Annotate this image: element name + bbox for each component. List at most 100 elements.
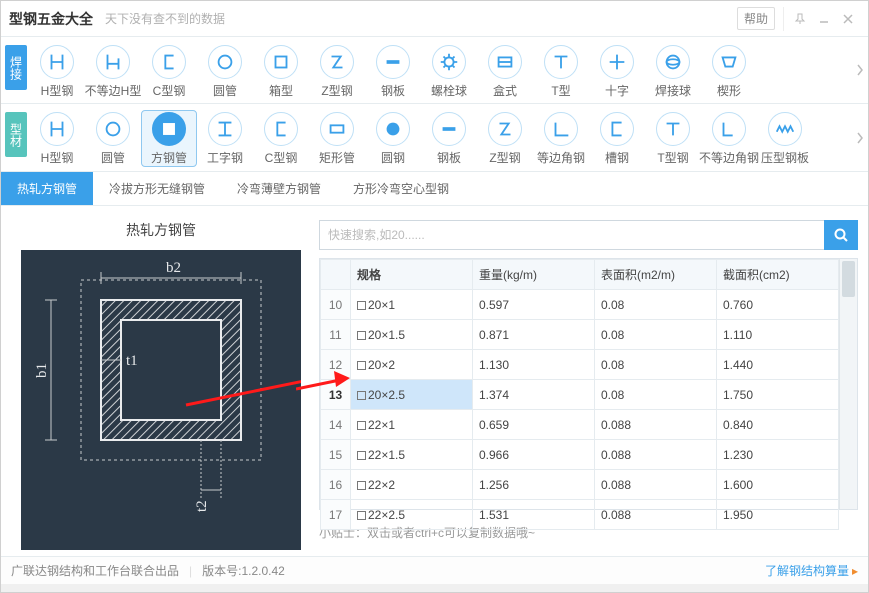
close-button[interactable] bbox=[836, 7, 860, 31]
minimize-button[interactable] bbox=[812, 7, 836, 31]
tool-H型钢[interactable]: H型钢 bbox=[29, 43, 85, 99]
tool-icon bbox=[320, 112, 354, 146]
col-2[interactable]: 表面积(m2/m) bbox=[595, 260, 717, 290]
tool-label: 矩形管 bbox=[319, 149, 355, 166]
tool-矩形管[interactable]: 矩形管 bbox=[309, 110, 365, 166]
tool-钢板[interactable]: 钢板 bbox=[365, 43, 421, 99]
table-row[interactable]: 10 20×1 0.5970.080.760 bbox=[321, 290, 839, 320]
table-row[interactable]: 16 22×2 1.2560.0881.600 bbox=[321, 470, 839, 500]
tool-楔形[interactable]: 楔形 bbox=[701, 43, 757, 99]
tool-T型钢[interactable]: T型钢 bbox=[645, 110, 701, 166]
tool-盒式[interactable]: 盒式 bbox=[477, 43, 533, 99]
data-grid[interactable]: 规格重量(kg/m)表面积(m2/m)截面积(cm2) 10 20×1 0.59… bbox=[320, 259, 839, 530]
tool-label: 槽钢 bbox=[605, 149, 629, 166]
tool-Z型钢[interactable]: Z型钢 bbox=[477, 110, 533, 166]
tool-label: T型 bbox=[551, 82, 570, 99]
tool-焊接球[interactable]: 焊接球 bbox=[645, 43, 701, 99]
table-row[interactable]: 15 22×1.5 0.9660.0881.230 bbox=[321, 440, 839, 470]
tool-icon bbox=[152, 45, 186, 79]
tool-icon bbox=[152, 112, 186, 146]
subtab-1[interactable]: 冷拔方形无缝钢管 bbox=[93, 172, 221, 205]
table-row[interactable]: 13 20×2.5 1.3740.081.750 bbox=[321, 380, 839, 410]
tool-icon bbox=[96, 112, 130, 146]
toolbar-row-profiles: 型材 H型钢圆管方钢管工字钢C型钢矩形管圆钢钢板Z型钢等边角钢槽钢T型钢不等边角… bbox=[1, 104, 868, 172]
status-version: 版本号:1.2.0.42 bbox=[202, 562, 285, 579]
tool-方钢管[interactable]: 方钢管 bbox=[141, 110, 197, 167]
tool-label: H型钢 bbox=[41, 149, 74, 166]
title-bar: 型钢五金大全 天下没有查不到的数据 帮助 bbox=[1, 1, 868, 37]
tool-label: 箱型 bbox=[269, 82, 293, 99]
data-grid-wrap: 规格重量(kg/m)表面积(m2/m)截面积(cm2) 10 20×1 0.59… bbox=[319, 258, 858, 510]
tool-icon bbox=[40, 45, 74, 79]
pin-button[interactable] bbox=[788, 7, 812, 31]
app-title: 型钢五金大全 bbox=[9, 9, 93, 29]
tool-label: 钢板 bbox=[437, 149, 461, 166]
tool-不等边角钢[interactable]: 不等边角钢 bbox=[701, 110, 757, 166]
table-row[interactable]: 17 22×2.5 1.5310.0881.950 bbox=[321, 500, 839, 530]
subtab-3[interactable]: 方形冷弯空心型钢 bbox=[337, 172, 465, 205]
tool-icon bbox=[320, 45, 354, 79]
search-button[interactable] bbox=[824, 220, 858, 250]
tool-icon bbox=[40, 112, 74, 146]
tool-圆管[interactable]: 圆管 bbox=[197, 43, 253, 99]
tool-icon bbox=[96, 45, 130, 79]
svg-text:b1: b1 bbox=[34, 363, 50, 378]
tool-十字[interactable]: 十字 bbox=[589, 43, 645, 99]
tool-label: C型钢 bbox=[153, 82, 186, 99]
tool-螺栓球[interactable]: 螺栓球 bbox=[421, 43, 477, 99]
svg-text:b2: b2 bbox=[166, 260, 181, 276]
tool-icon bbox=[544, 112, 578, 146]
tool-压型钢板[interactable]: 压型钢板 bbox=[757, 110, 813, 166]
tool-工字钢[interactable]: 工字钢 bbox=[197, 110, 253, 166]
tool-icon bbox=[544, 45, 578, 79]
tool-label: 圆管 bbox=[101, 149, 125, 166]
tool-箱型[interactable]: 箱型 bbox=[253, 43, 309, 99]
tool-label: 等边角钢 bbox=[537, 149, 585, 166]
table-row[interactable]: 11 20×1.5 0.8710.081.110 bbox=[321, 320, 839, 350]
subtab-2[interactable]: 冷弯薄壁方钢管 bbox=[221, 172, 337, 205]
svg-text:t1: t1 bbox=[126, 353, 138, 369]
tool-label: 螺栓球 bbox=[431, 82, 467, 99]
tool-label: T型钢 bbox=[657, 149, 688, 166]
tool-槽钢[interactable]: 槽钢 bbox=[589, 110, 645, 166]
tool-C型钢[interactable]: C型钢 bbox=[253, 110, 309, 166]
tool-钢板[interactable]: 钢板 bbox=[421, 110, 477, 166]
tool-圆管[interactable]: 圆管 bbox=[85, 110, 141, 166]
table-row[interactable]: 12 20×2 1.1300.081.440 bbox=[321, 350, 839, 380]
tool-等边角钢[interactable]: 等边角钢 bbox=[533, 110, 589, 166]
tool-label: Z型钢 bbox=[321, 82, 352, 99]
col-3[interactable]: 截面积(cm2) bbox=[717, 260, 839, 290]
tool-icon bbox=[488, 112, 522, 146]
status-link[interactable]: 了解钢结构算量 ▸ bbox=[765, 562, 858, 579]
row-label-welding: 焊接 bbox=[5, 45, 27, 90]
vertical-scrollbar[interactable] bbox=[839, 259, 857, 509]
tool-icon bbox=[432, 112, 466, 146]
col-0[interactable]: 规格 bbox=[351, 260, 473, 290]
table-row[interactable]: 14 22×1 0.6590.0880.840 bbox=[321, 410, 839, 440]
row1-scroll-right[interactable] bbox=[852, 45, 868, 95]
tool-T型[interactable]: T型 bbox=[533, 43, 589, 99]
tool-icon bbox=[208, 112, 242, 146]
help-button[interactable]: 帮助 bbox=[737, 7, 775, 30]
diagram-canvas: b2 b1 t1 t2 bbox=[21, 250, 301, 550]
subtab-0[interactable]: 热轧方钢管 bbox=[1, 172, 93, 205]
tool-Z型钢[interactable]: Z型钢 bbox=[309, 43, 365, 99]
tool-icon bbox=[376, 112, 410, 146]
tool-不等边H型[interactable]: 不等边H型 bbox=[85, 43, 141, 99]
diagram-title: 热轧方钢管 bbox=[21, 220, 301, 240]
tool-icon bbox=[712, 45, 746, 79]
tool-C型钢[interactable]: C型钢 bbox=[141, 43, 197, 99]
app-subtitle: 天下没有查不到的数据 bbox=[105, 10, 225, 27]
tool-icon bbox=[264, 112, 298, 146]
tool-icon bbox=[432, 45, 466, 79]
col-1[interactable]: 重量(kg/m) bbox=[473, 260, 595, 290]
row2-scroll-right[interactable] bbox=[852, 113, 868, 163]
tool-icon bbox=[656, 112, 690, 146]
search-icon bbox=[833, 227, 849, 243]
tool-H型钢[interactable]: H型钢 bbox=[29, 110, 85, 166]
content-area: 热轧方钢管 b2 b1 bbox=[1, 206, 868, 556]
status-bar: 广联达钢结构和工作台联合出品 | 版本号:1.2.0.42 了解钢结构算量 ▸ bbox=[1, 556, 868, 584]
tool-圆钢[interactable]: 圆钢 bbox=[365, 110, 421, 166]
search-input[interactable] bbox=[319, 220, 824, 250]
tool-label: 十字 bbox=[605, 82, 629, 99]
